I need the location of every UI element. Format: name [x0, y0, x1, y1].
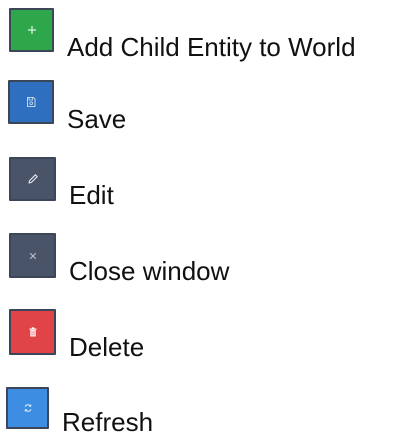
- close-window-label: Close window: [69, 256, 230, 286]
- save-icon: [25, 96, 37, 108]
- pencil-icon: [26, 172, 40, 186]
- delete-button[interactable]: [9, 309, 56, 355]
- edit-button[interactable]: [9, 157, 56, 201]
- edit-label: Edit: [69, 180, 114, 210]
- add-child-entity-label: Add Child Entity to World: [67, 32, 356, 62]
- refresh-label: Refresh: [62, 407, 154, 437]
- refresh-icon: [22, 402, 34, 414]
- trash-icon: [27, 326, 39, 338]
- close-icon: [27, 250, 39, 262]
- save-label: Save: [67, 104, 127, 134]
- save-button[interactable]: [8, 80, 54, 124]
- refresh-button[interactable]: [6, 387, 49, 429]
- add-child-entity-button[interactable]: [9, 8, 54, 52]
- close-window-button[interactable]: [9, 233, 56, 278]
- delete-label: Delete: [69, 332, 145, 362]
- plus-icon: [26, 24, 38, 36]
